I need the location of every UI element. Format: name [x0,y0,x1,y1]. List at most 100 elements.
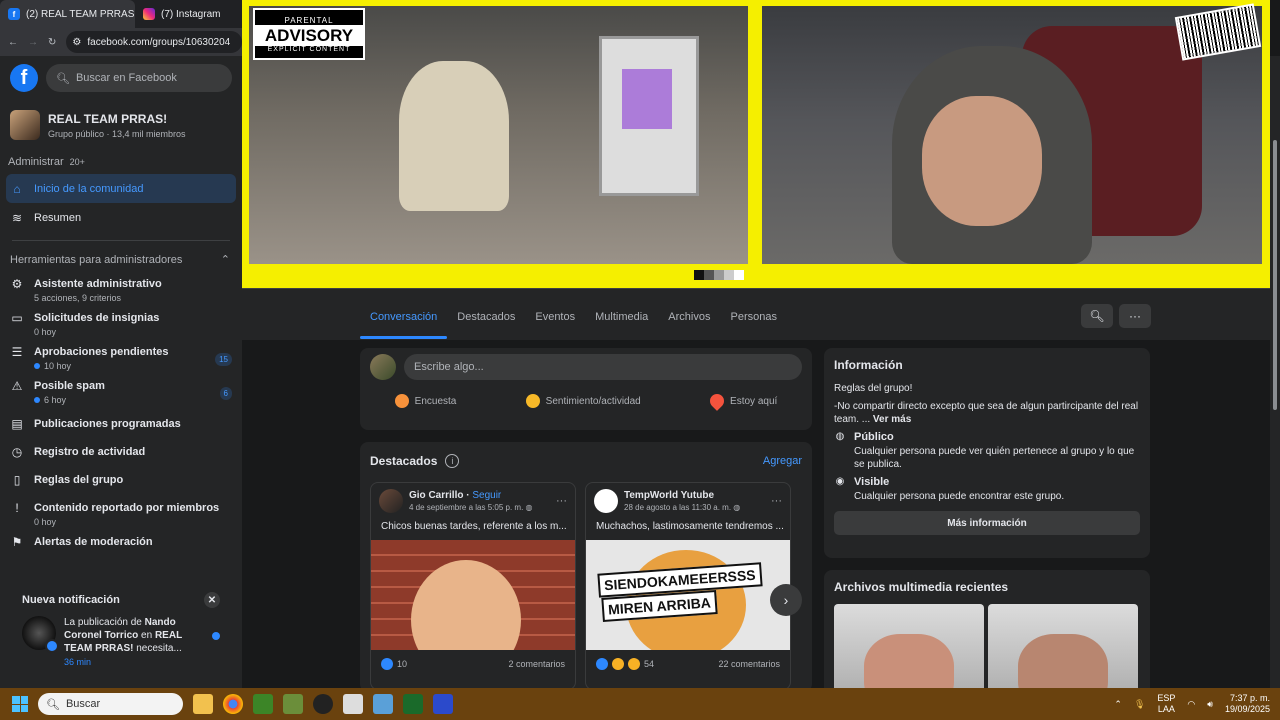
unread-dot [34,363,40,369]
avatar [594,489,618,513]
chevron-up-icon[interactable]: ⌃ [221,253,230,266]
info-icon[interactable]: i [445,454,460,468]
media-thumbnail[interactable] [834,604,984,688]
back-icon[interactable]: ← [8,37,18,48]
post-date[interactable]: 28 de agosto a las 11:30 a. m. [624,503,731,512]
close-icon[interactable]: ✕ [204,592,220,608]
more-info-button[interactable]: Más información [834,511,1140,535]
media-title: Archivos multimedia recientes [834,580,1009,594]
sidebar-item-summary[interactable]: ≋ Resumen [0,203,242,232]
facebook-search-input[interactable]: 🔍︎ Buscar en Facebook [46,64,232,92]
sidebar-item-label: Inicio de la comunidad [34,182,144,195]
language-indicator[interactable]: ESP LAA [1157,693,1175,715]
tab-label: Archivos [668,311,711,323]
post-image[interactable] [371,540,575,650]
minecraft-icon[interactable] [253,694,273,714]
see-more-link[interactable]: Ver más [873,414,911,425]
more-icon[interactable]: ··· [771,495,782,507]
sidebar-item-admin-assistant[interactable]: ⚙ Asistente administrativo 5 acciones, 9… [0,274,242,308]
calculator-icon[interactable] [373,694,393,714]
scrollbar-thumb[interactable] [1273,140,1277,410]
site-info-icon[interactable]: ⚙ [72,37,81,48]
comment-count[interactable]: 22 comentarios [718,659,780,669]
sidebar-item-activity-log[interactable]: ◷ Registro de actividad [0,436,242,464]
taskbar-search-placeholder: Buscar [65,698,101,710]
sidebar-item-community-home[interactable]: ⌂ Inicio de la comunidad [6,174,236,203]
tab-featured[interactable]: Destacados [447,295,525,339]
sidebar-item-reported-content[interactable]: ! Contenido reportado por miembros 0 hoy [0,492,242,532]
facebook-logo-icon[interactable]: f [10,64,38,92]
add-featured-link[interactable]: Agregar [763,455,802,467]
sidebar-item-pending-approvals[interactable]: ☰ Aprobaciones pendientes 10 hoy 15 [0,342,242,376]
barcode-sticker [1174,3,1262,61]
location-pin-icon [707,391,727,411]
webcam-right [762,3,1262,264]
featured-post[interactable]: Gio Carrillo · Seguir 4 de septiembre a … [370,482,576,688]
post-author[interactable]: TempWorld Yutube [624,490,714,501]
notepad-icon[interactable] [343,694,363,714]
sidebar-item-label: Resumen [34,211,82,224]
sidebar-item-group-rules[interactable]: ▯ Reglas del grupo [0,464,242,492]
url-field[interactable]: ⚙ facebook.com/groups/10630204 [66,31,242,53]
check-in-button[interactable]: Estoy aquí [707,391,777,411]
chevron-up-icon[interactable]: ⌃ [1114,699,1122,710]
stream-video[interactable]: PARENTAL ADVISORY EXPLICIT CONTENT [242,0,1270,288]
featured-post[interactable]: TempWorld Yutube 28 de agosto a las 11:3… [585,482,791,688]
group-header[interactable]: REAL TEAM PRRAS! Grupo público · 13,4 mi… [0,100,242,146]
reload-icon[interactable]: ↻ [48,37,56,48]
tool-title: Alertas de moderación [34,536,153,548]
next-arrow-icon[interactable]: › [770,584,802,616]
tab-label: Conversación [370,311,438,323]
volume-icon[interactable]: 🔊︎ [1207,699,1213,710]
more-options-button[interactable]: ··· [1119,304,1151,328]
advisory-bottom: EXPLICIT CONTENT [267,45,351,53]
file-explorer-icon[interactable] [193,694,213,714]
sidebar-item-moderation-alerts[interactable]: ⚑ Alertas de moderación [0,532,242,554]
reaction-count[interactable]: 10 [397,659,407,669]
comment-count[interactable]: 2 comentarios [508,659,565,669]
sidebar-item-badge-requests[interactable]: ▭ Solicitudes de insignias 0 hoy [0,308,242,342]
windows-start-icon[interactable] [12,696,28,712]
more-icon[interactable]: ··· [556,495,567,507]
poll-button[interactable]: Encuesta [394,394,456,408]
forward-icon[interactable]: → [28,37,38,48]
post-image[interactable]: SIENDOKAMEEERSSS MIREN ARRIBA [586,540,790,650]
visibility-title: Visible [854,476,890,488]
tab-people[interactable]: Personas [720,295,786,339]
tab-media[interactable]: Multimedia [585,295,658,339]
composer-input[interactable]: Escribe algo... [404,354,802,380]
sidebar-item-possible-spam[interactable]: ⚠ Posible spam 6 hoy 6 [0,376,242,410]
feeling-button[interactable]: Sentimiento/actividad [525,394,641,408]
media-player-icon[interactable] [403,694,423,714]
group-search-button[interactable]: 🔍︎ [1081,304,1113,328]
post-author[interactable]: Gio Carrillo [409,490,463,501]
globe-icon: ◍ [525,503,533,512]
info-title: Información [834,358,903,372]
tab-events[interactable]: Eventos [525,295,585,339]
tab-files[interactable]: Archivos [658,295,720,339]
post-date[interactable]: 4 de septiembre a las 5:05 p. m. [409,503,523,512]
microphone-icon[interactable]: 🎙︎ [1134,699,1145,710]
browser-tab-facebook[interactable]: f (2) REAL TEAM PRRAS! | F ✕ [0,0,135,28]
follow-link[interactable]: Seguir [472,490,501,501]
chrome-icon[interactable] [223,694,243,714]
system-clock[interactable]: 7:37 p. m. 19/09/2025 [1225,693,1270,715]
tab-conversation[interactable]: Conversación [360,295,448,339]
sidebar-item-scheduled-posts[interactable]: ▤ Publicaciones programadas [0,410,242,436]
page-scrollbar[interactable] [1270,56,1280,688]
wifi-icon[interactable]: ◠ [1187,699,1195,710]
lang-layout: LAA [1157,704,1175,714]
group-tab-bar: Conversación Destacados Eventos Multimed… [242,288,1270,340]
admin-tools-header[interactable]: Herramientas para administradores ⌃ [0,249,242,274]
taskbar-search[interactable]: 🔍︎ Buscar [38,693,183,715]
logitech-icon[interactable] [313,694,333,714]
browser-tab-instagram[interactable]: (7) Instagram [135,0,228,28]
reaction-count[interactable]: 54 [644,659,654,669]
post-text: Muchachos, lastimosamente tendremos ... [596,521,784,532]
group-avatar [10,110,40,140]
featured-title: Destacados [370,454,438,468]
vpn-icon[interactable] [433,694,453,714]
notification-toast[interactable]: Nueva notificación ✕ La publicación de N… [10,586,232,676]
media-thumbnail[interactable] [988,604,1138,688]
minecraft-launcher-icon[interactable] [283,694,303,714]
